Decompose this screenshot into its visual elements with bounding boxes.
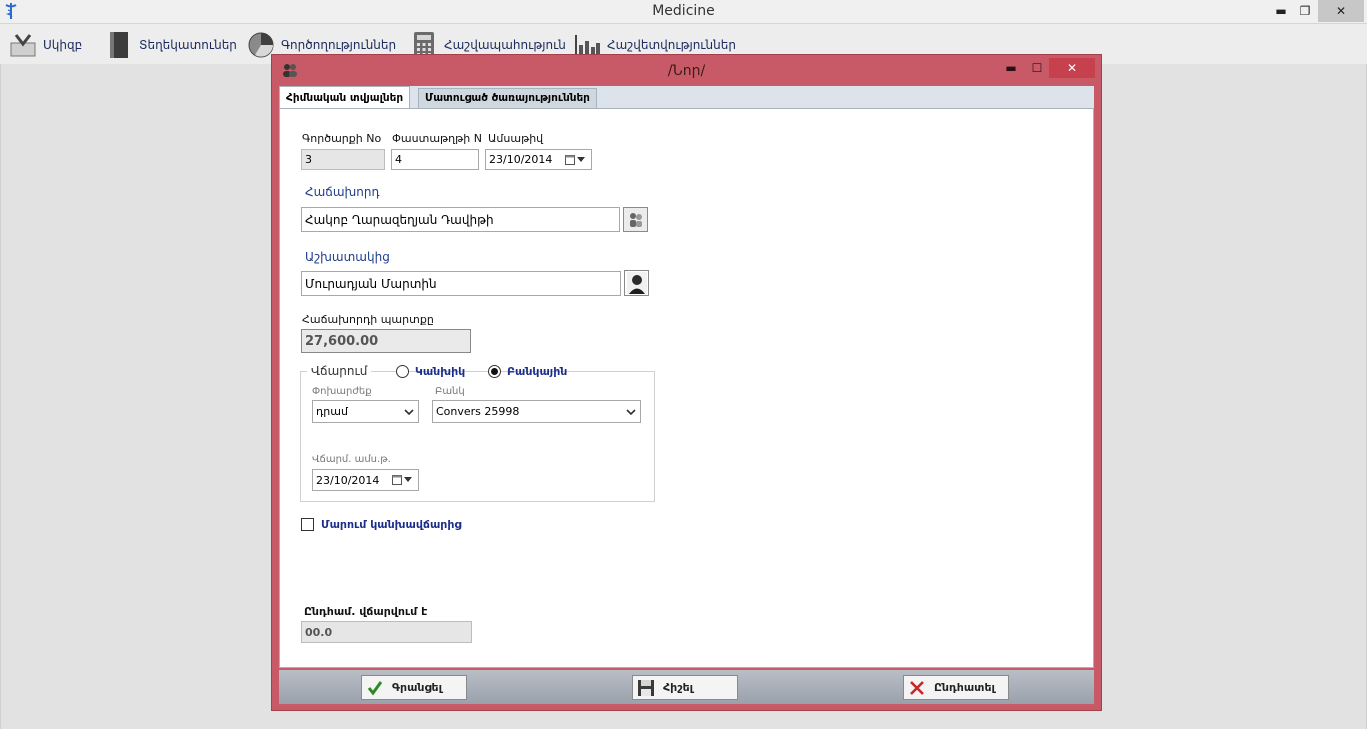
doc-no-field[interactable]: 4 <box>391 149 479 170</box>
cash-radio-label: Կանխիկ <box>415 365 466 378</box>
currency-select[interactable]: դրամ <box>312 400 419 423</box>
total-paid-label: Ընդհամ. վճարվում է <box>304 605 428 618</box>
total-paid-field: 00.0 <box>301 621 472 643</box>
people-lookup-icon <box>629 212 642 227</box>
menu-accounting-label: Հաշվապահություն <box>444 38 566 52</box>
employee-field[interactable]: Մուրադյան Մարտին <box>301 271 621 296</box>
bank-label: Բանկ <box>435 386 465 397</box>
cross-icon <box>908 679 926 697</box>
card-no-field: 3 <box>301 149 385 170</box>
bank-radio-label: Բանկային <box>507 365 568 378</box>
dialog-titlebar[interactable]: /Նոր/ ▬ ☐ ✕ <box>272 55 1101 85</box>
chevron-down-icon <box>404 477 412 482</box>
menu-references-label: Տեղեկատուներ <box>139 38 237 52</box>
employee-label: Աշխատակից <box>305 250 390 264</box>
dialog-footer: Գրանցել Հիշել Ընդհատել <box>279 670 1094 704</box>
date-value: 23/10/2014 <box>489 153 553 166</box>
restore-button[interactable]: ❐ <box>1290 0 1320 22</box>
user-photo-icon <box>626 272 647 294</box>
cancel-button-label: Ընդհատել <box>934 681 995 694</box>
register-button[interactable]: Գրանցել <box>361 675 467 700</box>
bank-select[interactable]: Convers 25998 <box>432 400 641 423</box>
client-label: Հաճախորդ <box>305 185 380 199</box>
client-lookup-button[interactable] <box>623 207 648 232</box>
bank-radio[interactable]: Բանկային <box>488 365 567 378</box>
cash-radio-circle <box>396 365 409 378</box>
client-field[interactable]: Հակոբ Ղարազեղյան Դավիթի <box>301 207 620 232</box>
dialog-close-button[interactable]: ✕ <box>1049 58 1095 78</box>
app-title: Medicine <box>652 3 715 19</box>
inbox-icon <box>10 34 36 57</box>
menu-operations-label: Գործողություններ <box>281 38 397 52</box>
currency-label: Փոխարժեք <box>312 386 372 397</box>
calendar-dropdown-icon[interactable] <box>392 474 412 485</box>
client-debt-field: 27,600.00 <box>301 329 471 353</box>
deposit-checkbox[interactable]: Մարում կանխավճարից <box>301 518 461 531</box>
tabstrip: Հիմնական տվյալներ Մատուցած ծառայությունն… <box>279 86 1094 109</box>
bank-value: Convers 25998 <box>436 405 520 418</box>
save-button-label: Հիշել <box>663 681 694 694</box>
bank-radio-circle <box>488 365 501 378</box>
app-titlebar: Medicine ▬ ❐ ✕ <box>0 0 1367 24</box>
pay-date-value: 23/10/2014 <box>316 473 380 487</box>
chevron-down-icon <box>404 408 414 415</box>
employee-lookup-button[interactable] <box>624 270 649 296</box>
chevron-down-icon <box>626 408 636 415</box>
cancel-button[interactable]: Ընդհատել <box>903 675 1009 700</box>
client-debt-label: Հաճախորդի պարտքը <box>302 313 434 326</box>
menu-start-label: Սկիզբ <box>43 38 83 52</box>
close-button[interactable]: ✕ <box>1318 0 1364 22</box>
book-icon <box>110 32 128 58</box>
pay-date-picker[interactable]: 23/10/2014 <box>312 469 419 491</box>
floppy-disk-icon <box>637 679 655 697</box>
date-picker[interactable]: 23/10/2014 <box>485 149 592 170</box>
register-button-label: Գրանցել <box>392 681 443 694</box>
menu-references[interactable]: Տեղեկատուներ <box>105 28 237 62</box>
new-transaction-dialog: /Նոր/ ▬ ☐ ✕ Հիմնական տվյալներ Մատուցած ծ… <box>271 54 1102 711</box>
pay-date-label: Վճարմ. ամս.թ. <box>312 454 391 465</box>
tab-services[interactable]: Մատուցած ծառայություններ <box>418 88 597 109</box>
dialog-title: /Նոր/ <box>667 63 706 79</box>
card-no-label: Գործարքի No <box>302 132 382 145</box>
check-icon <box>366 679 384 697</box>
deposit-checkbox-label: Մարում կանխավճարից <box>321 518 462 531</box>
save-button[interactable]: Հիշել <box>632 675 738 700</box>
main-data-panel: Գործարքի No Փաստաթղթի N Ամսաթիվ 3 4 23/1… <box>279 108 1094 668</box>
chevron-down-icon <box>577 157 585 162</box>
calendar-dropdown-icon[interactable] <box>565 154 585 165</box>
date-label: Ամսաթիվ <box>488 132 544 145</box>
dialog-minimize-button[interactable]: ▬ <box>997 58 1025 78</box>
currency-value: դրամ <box>316 405 348 418</box>
calendar-icon <box>392 475 402 485</box>
dialog-maximize-button[interactable]: ☐ <box>1023 58 1051 78</box>
menu-reports-label: Հաշվետվություններ <box>607 38 736 52</box>
cash-radio[interactable]: Կանխիկ <box>396 365 465 378</box>
payment-legend: Վճարում <box>307 364 372 378</box>
tab-main-data[interactable]: Հիմնական տվյալներ <box>279 86 411 109</box>
deposit-checkbox-box <box>301 518 314 531</box>
doc-no-label: Փաստաթղթի N <box>392 132 482 145</box>
menu-start[interactable]: Սկիզբ <box>9 28 82 62</box>
calendar-icon <box>565 155 575 165</box>
